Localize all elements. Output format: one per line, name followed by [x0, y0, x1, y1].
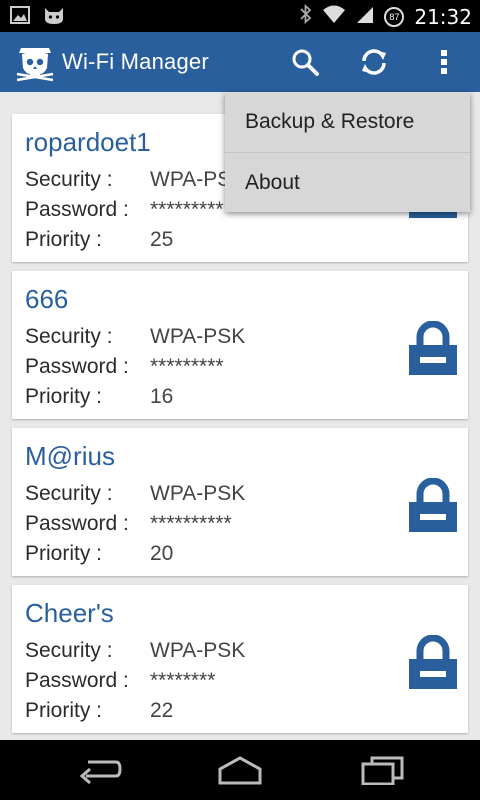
security-label: Security :: [25, 482, 113, 505]
refresh-icon[interactable]: [358, 46, 390, 78]
security-label: Security :: [25, 639, 113, 662]
pirate-logo-icon[interactable]: [16, 44, 54, 82]
overflow-menu: Backup & Restore About: [225, 92, 470, 212]
network-ssid: Cheer's: [25, 598, 114, 628]
overflow-menu-icon[interactable]: [428, 46, 460, 78]
network-ssid: ropardoet1: [25, 127, 151, 157]
network-card[interactable]: 666 Security : WPA-PSK Password : ******…: [12, 271, 468, 419]
security-label: Security :: [25, 168, 113, 191]
password-value: *********: [150, 198, 224, 221]
security-value: WPA-PSK: [150, 639, 246, 662]
security-value: WPA-PSK: [150, 325, 246, 348]
home-icon[interactable]: [210, 752, 270, 788]
menu-item-label: Backup & Restore: [245, 110, 415, 133]
network-ssid: 666: [25, 284, 69, 314]
lock-icon: [408, 634, 458, 689]
priority-label: Priority :: [25, 542, 103, 565]
security-label: Security :: [25, 325, 113, 348]
menu-item-backup-restore[interactable]: Backup & Restore: [225, 92, 470, 152]
priority-label: Priority :: [25, 228, 103, 251]
password-label: Password :: [25, 198, 129, 221]
battery-icon: 87: [384, 6, 405, 27]
wifi-icon: [322, 4, 346, 29]
action-bar: Wi-Fi Manager: [0, 32, 480, 92]
bluetooth-icon: [300, 3, 312, 29]
menu-item-about[interactable]: About: [225, 153, 470, 213]
image-icon: [10, 6, 30, 29]
security-value: WPA-PSK: [150, 482, 246, 505]
back-icon[interactable]: [70, 752, 130, 788]
password-label: Password :: [25, 355, 129, 378]
priority-value: 22: [150, 699, 174, 722]
lock-icon: [408, 477, 458, 532]
app-title: Wi-Fi Manager: [62, 49, 209, 74]
priority-label: Priority :: [25, 385, 103, 408]
menu-item-label: About: [245, 171, 300, 194]
password-value: *********: [150, 355, 224, 378]
priority-value: 16: [150, 385, 174, 408]
network-card[interactable]: Cheer's Security : WPA-PSK Password : **…: [12, 585, 468, 733]
network-card[interactable]: M@rius Security : WPA-PSK Password : ***…: [12, 428, 468, 576]
cat-icon: [42, 5, 66, 30]
priority-value: 20: [150, 542, 174, 565]
search-icon[interactable]: [289, 46, 321, 78]
priority-label: Priority :: [25, 699, 103, 722]
password-value: **********: [150, 512, 232, 535]
network-ssid: M@rius: [25, 441, 115, 471]
password-value: ********: [150, 669, 216, 692]
signal-icon: [356, 4, 374, 29]
password-label: Password :: [25, 669, 129, 692]
lock-icon: [408, 320, 458, 375]
priority-value: 25: [150, 228, 174, 251]
password-label: Password :: [25, 512, 129, 535]
navigation-bar: [0, 740, 480, 800]
recents-icon[interactable]: [352, 752, 412, 788]
status-bar: 87 21:32: [0, 0, 480, 32]
clock: 21:32: [414, 4, 472, 29]
